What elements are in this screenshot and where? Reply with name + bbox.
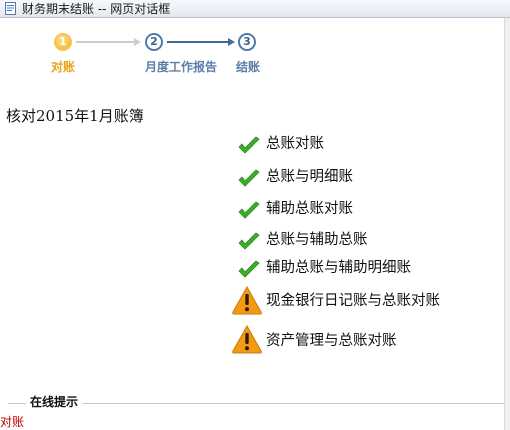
window-title-bar[interactable]: 财务期末结账 -- 网页对话框: [0, 0, 510, 18]
checkmark-icon: [238, 201, 260, 219]
checkmark-icon: [238, 260, 260, 278]
checkmark-icon: [238, 169, 260, 187]
tips-text: 对账: [0, 415, 25, 429]
check-label: 现金银行日记账与总账对账: [266, 293, 440, 309]
window-title: 财务期末结账 -- 网页对话框: [22, 2, 171, 16]
warning-icon: [232, 324, 262, 354]
step-2-label[interactable]: 月度工作报告: [145, 60, 217, 74]
arrow-right-icon: [228, 38, 235, 46]
check-label: 总账对账: [266, 136, 324, 152]
step-connector-2: [167, 41, 228, 43]
check-label: 总账与明细账: [266, 169, 353, 185]
check-label: 辅助总账与辅助明细账: [266, 260, 411, 276]
document-icon: [5, 2, 16, 15]
check-label: 辅助总账对账: [266, 201, 353, 217]
step-3-label[interactable]: 结账: [236, 60, 260, 74]
checkmark-icon: [238, 232, 260, 250]
tips-legend: 在线提示: [26, 394, 83, 410]
checkmark-icon: [238, 136, 260, 154]
page-heading: 核对2015年1月账簿: [6, 107, 144, 125]
step-2-circle[interactable]: 2: [145, 33, 163, 51]
tips-divider: [8, 403, 504, 404]
step-connector-1: [76, 41, 134, 43]
check-label: 总账与辅助总账: [266, 232, 368, 248]
step-1-circle[interactable]: 1: [54, 33, 72, 51]
warning-icon: [232, 285, 262, 315]
arrow-right-icon: [134, 38, 141, 46]
window-frame-right: [504, 18, 510, 430]
check-label: 资产管理与总账对账: [266, 333, 397, 349]
step-3-circle[interactable]: 3: [238, 33, 256, 51]
step-1-label[interactable]: 对账: [51, 60, 75, 74]
